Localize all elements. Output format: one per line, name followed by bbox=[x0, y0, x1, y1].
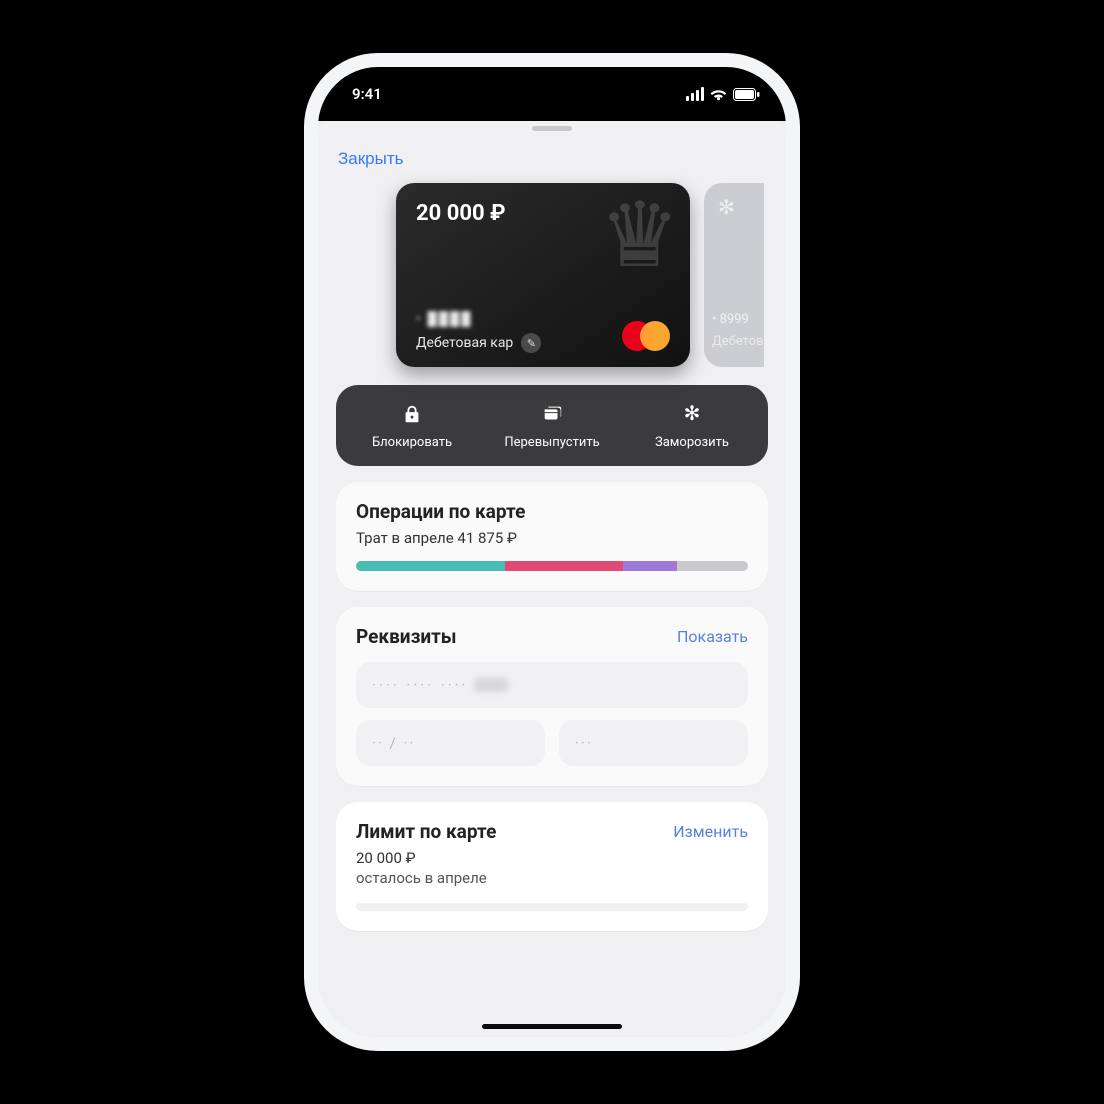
status-bar: 9:41 bbox=[318, 67, 786, 121]
requisites-panel: Реквизиты Показать ···· ···· ···· ·· / ·… bbox=[336, 607, 768, 786]
block-label: Блокировать bbox=[372, 435, 452, 450]
reissue-label: Перевыпустить bbox=[504, 435, 599, 450]
limit-title: Лимит по карте bbox=[356, 820, 496, 843]
battery-icon bbox=[733, 88, 760, 101]
primary-card[interactable]: ♛ 20 000 ₽ • ████ Дебетовая кар ✎ bbox=[396, 183, 690, 367]
status-right bbox=[686, 87, 760, 101]
spend-segment bbox=[623, 561, 678, 571]
modal-sheet: Закрыть ♛ 20 000 ₽ • ████ Дебетовая кар … bbox=[318, 121, 786, 1037]
operations-title: Операции по карте bbox=[356, 500, 748, 523]
operations-panel[interactable]: Операции по карте Трат в апреле 41 875 ₽ bbox=[336, 482, 768, 591]
show-requisites-button[interactable]: Показать bbox=[677, 627, 748, 646]
lock-icon bbox=[401, 403, 423, 425]
card-number-field: ···· ···· ···· bbox=[356, 662, 748, 708]
requisites-title: Реквизиты bbox=[356, 625, 457, 648]
secondary-card-preview[interactable]: ✻ • 8999 Дебетов bbox=[704, 183, 764, 367]
card-actions: Блокировать Перевыпустить ✻ Заморозить bbox=[336, 385, 768, 466]
peek-label: Дебетов bbox=[712, 334, 764, 349]
freeze-label: Заморозить bbox=[655, 435, 729, 450]
card-cvc-field: ··· bbox=[559, 720, 748, 766]
sheet-grip[interactable] bbox=[318, 121, 786, 135]
home-indicator[interactable] bbox=[482, 1024, 622, 1029]
wifi-icon bbox=[710, 88, 727, 101]
spend-segment bbox=[677, 561, 748, 571]
operations-subtitle: Трат в апреле 41 875 ₽ bbox=[356, 529, 748, 547]
change-limit-button[interactable]: Изменить bbox=[673, 822, 748, 841]
notch bbox=[462, 67, 642, 97]
cellular-icon bbox=[686, 87, 704, 101]
edit-card-name-icon[interactable]: ✎ bbox=[521, 333, 541, 353]
snowflake-icon: ✻ bbox=[681, 403, 703, 425]
cards-carousel[interactable]: ♛ 20 000 ₽ • ████ Дебетовая кар ✎ ✻ • 89… bbox=[318, 177, 786, 385]
card-crest-icon: ♛ bbox=[599, 191, 680, 281]
card-type-label: Дебетовая кар bbox=[416, 335, 513, 351]
card-number-mask: ···· ···· ···· bbox=[372, 676, 468, 694]
peek-last4: • 8999 bbox=[712, 312, 749, 327]
reissue-card-button[interactable]: Перевыпустить bbox=[497, 403, 607, 450]
snowflake-icon: ✻ bbox=[718, 195, 735, 219]
limit-remaining: осталось в апреле bbox=[356, 869, 748, 887]
freeze-card-button[interactable]: ✻ Заморозить bbox=[637, 403, 747, 450]
limit-amount: 20 000 ₽ bbox=[356, 849, 748, 867]
limit-progress-bar bbox=[356, 903, 748, 911]
card-expiry-field: ·· / ·· bbox=[356, 720, 545, 766]
phone-frame: 9:41 Закрыть ♛ 20 000 ₽ • ████ Д bbox=[318, 67, 786, 1037]
block-card-button[interactable]: Блокировать bbox=[357, 403, 467, 450]
spend-segment bbox=[356, 561, 505, 571]
spend-bar bbox=[356, 561, 748, 571]
mastercard-icon bbox=[622, 321, 670, 351]
spend-segment bbox=[505, 561, 623, 571]
cards-icon bbox=[541, 403, 563, 425]
card-number-blur bbox=[474, 678, 508, 692]
close-button[interactable]: Закрыть bbox=[338, 149, 403, 169]
limit-panel: Лимит по карте Изменить 20 000 ₽ осталос… bbox=[336, 802, 768, 931]
status-time: 9:41 bbox=[352, 85, 382, 103]
